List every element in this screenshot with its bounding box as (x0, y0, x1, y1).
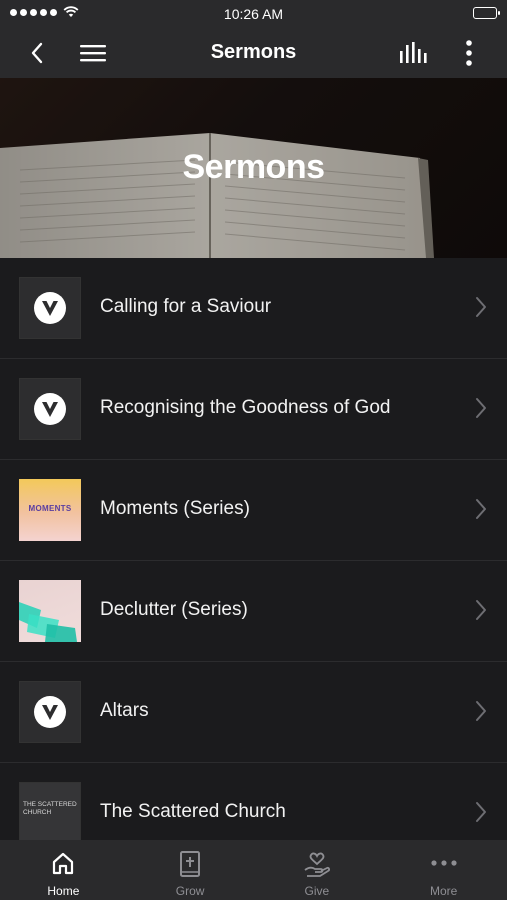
more-options-button[interactable] (454, 38, 484, 68)
tab-home-label: Home (47, 884, 80, 898)
hero-banner: Sermons (0, 78, 507, 258)
vertical-dots-icon (466, 40, 472, 66)
list-item-label: Moments (Series) (100, 498, 250, 519)
list-item[interactable]: Declutter (Series) (0, 561, 507, 662)
list-item[interactable]: Calling for a Saviour (0, 258, 507, 359)
status-time: 10:26 AM (223, 6, 284, 22)
give-hand-heart-icon (304, 852, 330, 877)
scattered-church-artwork-text: THE SCATTERED CHURCH (23, 801, 77, 816)
bible-icon (180, 851, 201, 877)
list-item-label: Altars (100, 700, 149, 721)
tab-grow-label: Grow (175, 884, 205, 898)
tab-more[interactable]: More (380, 840, 507, 900)
sermon-list: Calling for a Saviour Recognising the Go… (0, 258, 507, 864)
tab-give-label: Give (304, 884, 330, 898)
chevron-right-icon (476, 499, 486, 519)
chevron-right-icon (476, 398, 486, 418)
tab-bar: Home Grow Give More (0, 840, 507, 900)
v-logo-icon (19, 277, 81, 339)
chevron-right-icon (476, 600, 486, 620)
tab-grow[interactable]: Grow (127, 840, 254, 900)
home-icon (53, 852, 74, 875)
moments-artwork: MOMENTS (19, 479, 81, 541)
declutter-artwork (19, 580, 81, 642)
audio-button[interactable] (398, 38, 428, 68)
list-item-label: The Scattered Church (100, 801, 286, 822)
v-logo-icon (19, 681, 81, 743)
more-dots-icon (431, 860, 457, 866)
list-item[interactable]: Altars (0, 662, 507, 763)
battery-icon (473, 7, 500, 19)
list-item-label: Declutter (Series) (100, 599, 248, 620)
chevron-right-icon (476, 701, 486, 721)
page-title: Sermons (210, 41, 297, 63)
list-item-label: Recognising the Goodness of God (100, 397, 391, 418)
v-logo-icon (19, 378, 81, 440)
moments-artwork-text: MOMENTS (28, 504, 72, 513)
list-item[interactable]: MOMENTS Moments (Series) (0, 460, 507, 561)
tab-more-label: More (429, 884, 458, 898)
scattered-church-artwork: THE SCATTERED CHURCH (19, 782, 81, 844)
tab-home[interactable]: Home (0, 840, 127, 900)
chevron-right-icon (476, 297, 486, 317)
nav-bar: Sermons (0, 28, 507, 78)
list-item[interactable]: Recognising the Goodness of God (0, 359, 507, 460)
status-bar: 10:26 AM (0, 0, 507, 28)
hero-title: Sermons (182, 148, 326, 186)
chevron-right-icon (476, 802, 486, 822)
list-item-label: Calling for a Saviour (100, 296, 272, 317)
tab-give[interactable]: Give (254, 840, 381, 900)
equalizer-icon (400, 42, 427, 63)
